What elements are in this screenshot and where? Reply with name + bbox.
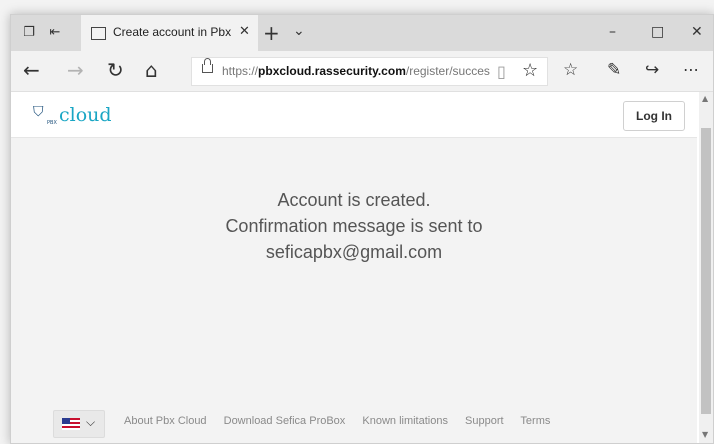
confirmation-message: Account is created. Confirmation message…	[11, 187, 697, 265]
footer-link-terms[interactable]: Terms	[520, 415, 550, 427]
logo-text[interactable]: cloud	[59, 104, 112, 126]
url-prefix: https://	[222, 64, 259, 78]
pen-notes-icon[interactable]: ✎	[607, 59, 621, 81]
language-selector[interactable]: ⌵	[53, 410, 105, 438]
url-path: /register/succes	[405, 64, 490, 78]
refresh-icon[interactable]: ↻	[107, 59, 124, 81]
message-line-3: seficapbx@gmail.com	[265, 242, 443, 262]
message-line-2: Confirmation message is sent to	[225, 216, 483, 236]
close-window-icon[interactable]: ✕	[691, 24, 703, 40]
page-icon	[91, 27, 106, 40]
address-bar[interactable]: https://pbxcloud.rassecurity.com/registe…	[191, 57, 548, 86]
url-text[interactable]: https://pbxcloud.rassecurity.com/registe…	[222, 64, 490, 78]
footer-link-download[interactable]: Download Sefica ProBox	[224, 415, 346, 427]
favorite-star-icon[interactable]: ☆	[522, 60, 538, 81]
message-line-1: Account is created.	[277, 190, 431, 210]
active-tab[interactable]: Create account in Pbx C ✕	[81, 15, 258, 51]
tab-dropdown-icon[interactable]: ⌄	[293, 23, 305, 39]
logo-small-text: PBX	[47, 120, 57, 126]
lock-icon	[202, 58, 213, 73]
set-tabs-aside-icon[interactable]: ⇤	[47, 25, 63, 41]
more-icon[interactable]: ⋯	[683, 59, 699, 81]
footer-link-about[interactable]: About Pbx Cloud	[124, 415, 207, 427]
tab-sets-icon[interactable]: ❐	[21, 25, 37, 41]
new-tab-icon[interactable]: +	[263, 21, 280, 45]
reading-view-icon[interactable]: ▯	[497, 62, 506, 81]
forward-icon[interactable]: →	[67, 59, 84, 81]
close-tab-icon[interactable]: ✕	[239, 24, 250, 39]
login-button[interactable]: Log In	[623, 101, 685, 131]
footer-link-support[interactable]: Support	[465, 415, 504, 427]
tab-bar: ❐ ⇤ Create account in Pbx C ✕ + ⌄ – □ ✕	[11, 15, 713, 51]
home-icon[interactable]: ⌂	[145, 59, 158, 81]
scroll-thumb[interactable]	[701, 128, 711, 414]
maximize-icon[interactable]: □	[651, 24, 664, 40]
us-flag-icon	[62, 418, 80, 430]
favorites-hub-icon[interactable]: ☆	[563, 59, 578, 81]
scroll-down-icon[interactable]: ▼	[702, 430, 708, 439]
chevron-down-icon: ⌵	[86, 415, 96, 429]
shield-logo-icon: ⛉	[33, 104, 44, 120]
footer-links: About Pbx Cloud Download Sefica ProBox K…	[124, 415, 564, 427]
tab-title: Create account in Pbx C	[113, 25, 235, 39]
footer-link-limitations[interactable]: Known limitations	[362, 415, 448, 427]
minimize-icon[interactable]: –	[609, 24, 616, 40]
navigation-bar: ← → ↻ ⌂ https://pbxcloud.rassecurity.com…	[11, 51, 713, 92]
share-icon[interactable]: ↪	[645, 59, 659, 81]
site-footer: ⌵ About Pbx Cloud Download Sefica ProBox…	[11, 403, 697, 443]
page-content: ⛉ PBX cloud Log In Account is created. C…	[11, 92, 697, 443]
url-domain: pbxcloud.rassecurity.com	[258, 64, 406, 78]
site-header: ⛉ PBX cloud Log In	[11, 92, 697, 138]
back-icon[interactable]: ←	[23, 59, 40, 81]
browser-window: ❐ ⇤ Create account in Pbx C ✕ + ⌄ – □ ✕ …	[10, 14, 714, 444]
scroll-up-icon[interactable]: ▲	[702, 94, 708, 103]
vertical-scrollbar[interactable]: ▲ ▼	[699, 92, 713, 443]
